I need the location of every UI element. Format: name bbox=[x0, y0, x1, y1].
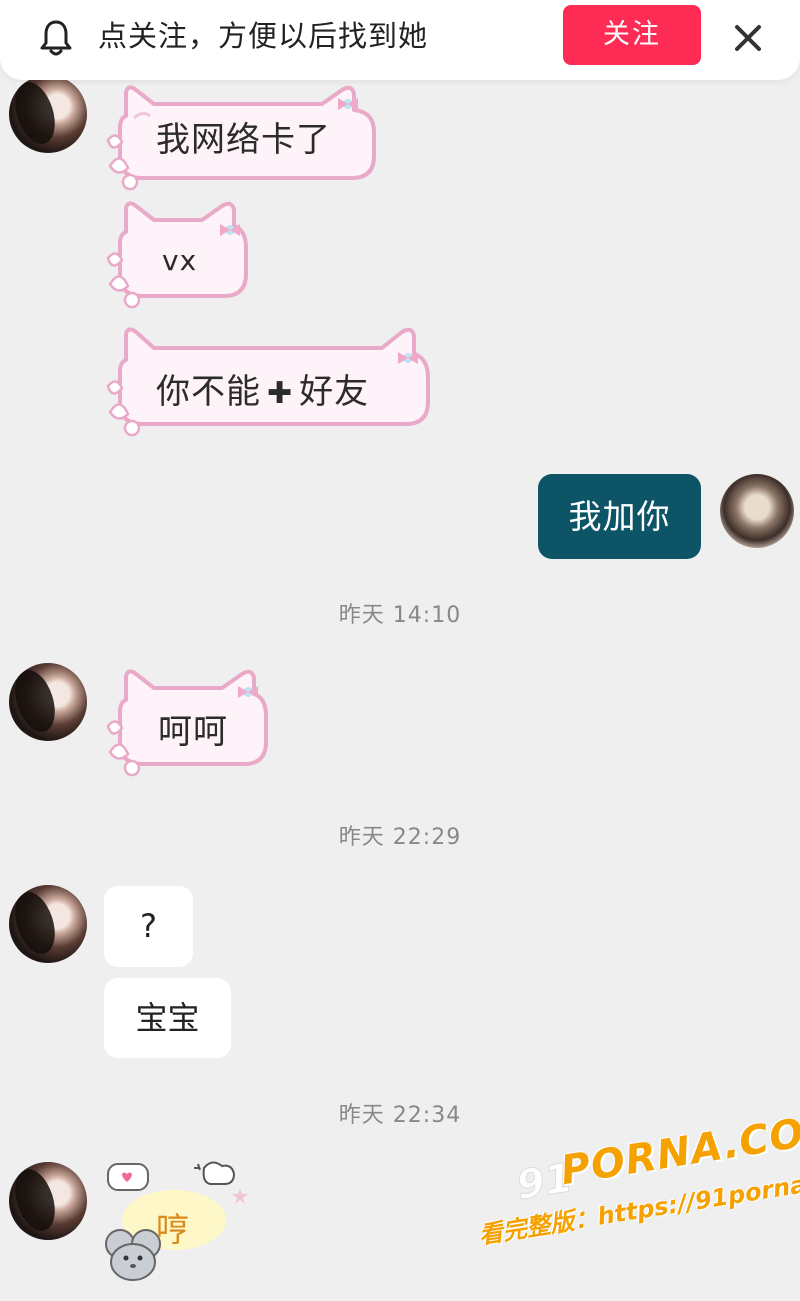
message-bubble-incoming[interactable]: 我网络卡了 bbox=[102, 80, 380, 191]
close-icon[interactable] bbox=[728, 18, 768, 58]
message-text: 我网络卡了 bbox=[156, 120, 331, 160]
follow-prompt-text: 点关注，方便以后找到她 bbox=[98, 19, 429, 53]
contact-avatar[interactable] bbox=[9, 663, 87, 741]
message-text-part: 你不能 bbox=[156, 372, 261, 412]
message-text: vx bbox=[162, 244, 198, 277]
message-bubble-incoming[interactable]: 你不能 ✚ 好友 bbox=[102, 322, 432, 437]
message-text: 你不能 ✚ 好友 bbox=[156, 364, 369, 413]
contact-avatar[interactable] bbox=[9, 75, 87, 153]
follow-button[interactable]: 关注 bbox=[563, 5, 701, 65]
follow-prompt-bar: 点关注，方便以后找到她 关注 bbox=[0, 0, 800, 80]
message-text-part: 好友 bbox=[299, 372, 370, 412]
my-avatar[interactable] bbox=[720, 474, 794, 548]
message-bubble-outgoing[interactable]: 我加你 bbox=[538, 474, 701, 559]
message-bubble-incoming[interactable]: 宝宝 bbox=[104, 978, 231, 1058]
bell-icon bbox=[40, 20, 72, 56]
timestamp: 昨天 14:10 bbox=[338, 603, 462, 628]
contact-avatar[interactable] bbox=[9, 885, 87, 963]
contact-avatar[interactable] bbox=[9, 1162, 87, 1240]
timestamp: 昨天 22:29 bbox=[338, 825, 462, 850]
message-bubble-incoming[interactable]: ? bbox=[104, 886, 193, 967]
plus-icon: ✚ bbox=[267, 376, 294, 411]
sticker-text: 哼 bbox=[156, 1210, 189, 1249]
message-text: 呵呵 bbox=[158, 712, 228, 752]
message-bubble-incoming[interactable]: 呵呵 bbox=[102, 664, 272, 777]
message-bubble-incoming[interactable]: vx bbox=[102, 196, 252, 309]
